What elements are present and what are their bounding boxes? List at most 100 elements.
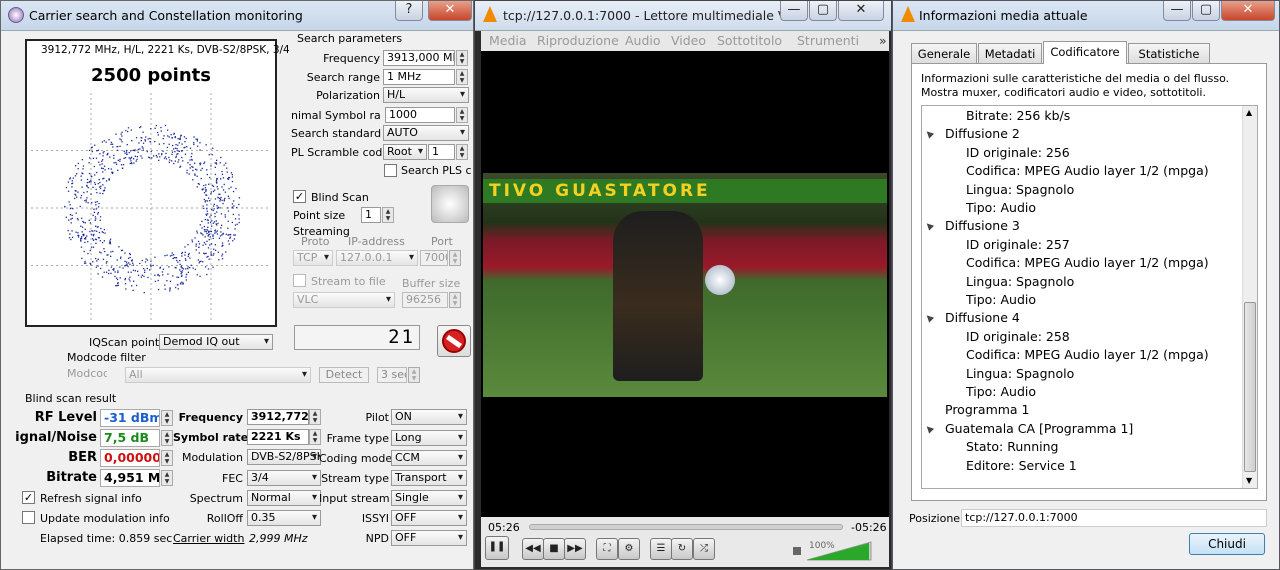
tree-item[interactable]: Guatemala CA [Programma 1] xyxy=(945,421,1133,436)
tab-metadati[interactable]: Metadati xyxy=(978,43,1042,64)
refresh-signal-checkbox[interactable]: ✓ xyxy=(22,491,35,504)
signal-noise-spinner[interactable]: ▲ ▼ xyxy=(161,430,173,446)
speaker-icon[interactable] xyxy=(793,547,801,555)
ip-select[interactable]: 127.0.0.1 xyxy=(336,250,418,266)
pl-scramble-select[interactable]: Root xyxy=(383,144,427,160)
volume-slider[interactable] xyxy=(807,541,873,561)
tab-statistiche[interactable]: Statistiche xyxy=(1128,43,1210,64)
menu-riproduzione[interactable]: Riproduzione xyxy=(537,33,619,48)
tree-item[interactable]: Codifica: MPEG Audio layer 1/2 (mpga) xyxy=(966,347,1209,362)
position-field[interactable]: tcp://127.0.0.1:7000 xyxy=(961,509,1267,527)
scroll-thumb[interactable] xyxy=(1244,302,1256,472)
update-modulation-checkbox[interactable] xyxy=(22,511,35,524)
coding-mode-select[interactable]: CCM xyxy=(391,450,467,466)
point-size-spinner[interactable]: ▲ ▼ xyxy=(382,207,394,223)
fullscreen-button[interactable]: ⛶ xyxy=(596,538,618,560)
polarization-select[interactable]: H/L xyxy=(383,87,469,103)
stream-type-select[interactable]: Transport xyxy=(391,470,467,486)
seek-bar[interactable] xyxy=(529,524,843,530)
vlc-maximize-button[interactable]: ▢ xyxy=(809,1,837,21)
info-minimize-button[interactable]: — xyxy=(1163,1,1191,21)
blind-scan-checkbox[interactable]: ✓ xyxy=(293,190,306,203)
scroll-down-arrow[interactable]: ▼ xyxy=(1246,476,1252,485)
rf-level-spinner[interactable]: ▲ ▼ xyxy=(161,410,173,426)
video-area[interactable]: TIVO GUASTATORE xyxy=(481,51,889,517)
pl-scramble-spinner[interactable]: ▲ ▼ xyxy=(456,144,468,160)
expand-arrow-icon[interactable]: ▲ xyxy=(923,423,935,435)
issyi-select[interactable]: OFF xyxy=(391,510,467,526)
ber-spinner[interactable]: ▲ ▼ xyxy=(161,450,173,466)
pilot-select[interactable]: ON xyxy=(391,409,467,425)
tree-item[interactable]: Tipo: Audio xyxy=(966,200,1036,215)
modcode-select[interactable]: All xyxy=(125,367,311,383)
tree-scrollbar[interactable]: ▲ ▼ xyxy=(1242,106,1257,488)
tree-item[interactable]: Diffusione 2 xyxy=(945,126,1020,141)
tree-item[interactable]: ID originale: 258 xyxy=(966,329,1070,344)
pl-scramble-input[interactable]: 1 xyxy=(428,144,455,160)
frequency-spinner[interactable]: ▲ ▼ xyxy=(456,50,468,66)
npd-select[interactable]: OFF xyxy=(391,530,467,546)
prev-button[interactable]: ◀◀ xyxy=(522,538,544,560)
min-symbol-rate-spinner[interactable]: ▲ ▼ xyxy=(456,107,468,123)
frequency-input[interactable]: 3913,000 MHz xyxy=(383,50,455,66)
tree-item[interactable]: Diffusione 4 xyxy=(945,310,1020,325)
chiudi-button[interactable]: Chiudi xyxy=(1189,533,1265,555)
tree-item[interactable]: Lingua: Spagnolo xyxy=(966,274,1074,289)
info-close-button[interactable]: ✕ xyxy=(1221,1,1275,21)
tree-item[interactable]: Bitrate: 256 kb/s xyxy=(966,108,1070,123)
shuffle-button[interactable]: ⤮ xyxy=(693,538,715,560)
tree-item[interactable]: Tipo: Audio xyxy=(966,292,1036,307)
buffer-size-spinner[interactable]: ▲ ▼ xyxy=(449,292,461,308)
stop-button[interactable] xyxy=(437,325,471,357)
search-standard-select[interactable]: AUTO xyxy=(383,125,469,141)
vlc-minimize-button[interactable]: — xyxy=(780,1,808,21)
iqscan-select[interactable]: Demod IQ out xyxy=(159,334,273,350)
next-button[interactable]: ▶▶ xyxy=(564,538,586,560)
tab-generale[interactable]: Generale xyxy=(911,43,977,64)
tree-item[interactable]: Editore: Service 1 xyxy=(966,458,1077,473)
menu-strumenti[interactable]: Strumenti xyxy=(797,33,859,48)
buffer-size-input[interactable]: 96256 xyxy=(402,292,448,308)
menu-sottotitolo[interactable]: Sottotitolo xyxy=(717,33,782,48)
tree-item[interactable]: Codifica: MPEG Audio layer 1/2 (mpga) xyxy=(966,255,1209,270)
vlc-close-button[interactable]: ✕ xyxy=(838,1,884,21)
info-maximize-button[interactable]: ▢ xyxy=(1192,1,1220,21)
search-range-spinner[interactable]: ▲ ▼ xyxy=(456,69,468,85)
fec-select[interactable]: 3/4 xyxy=(247,470,321,486)
min-symbol-rate-input[interactable]: 1000 xyxy=(385,107,455,123)
tree-item[interactable]: Diffusione 3 xyxy=(945,218,1020,233)
codec-tree[interactable]: Bitrate: 256 kb/s ▲ Diffusione 2 ID origina… xyxy=(921,105,1258,489)
expand-arrow-icon[interactable]: ▲ xyxy=(923,220,935,232)
tree-item[interactable]: ID originale: 257 xyxy=(966,237,1070,252)
help-button[interactable]: ? xyxy=(395,1,423,21)
port-input[interactable]: 7000 xyxy=(420,250,448,266)
menu-more[interactable]: » xyxy=(879,33,887,48)
pause-button[interactable]: ❚❚ xyxy=(485,536,509,560)
seconds-spinner[interactable]: ▲ ▼ xyxy=(408,367,420,383)
menu-video[interactable]: Video xyxy=(671,33,706,48)
stop-playback-button[interactable]: ■ xyxy=(543,538,565,560)
rolloff-select[interactable]: 0.35 xyxy=(247,510,321,526)
close-button[interactable]: ✕ xyxy=(428,1,472,21)
modulation-select[interactable]: DVB-S2/8PSK xyxy=(247,449,321,465)
bitrate-spinner[interactable]: ▲ ▼ xyxy=(161,470,173,486)
stream-target-select[interactable]: VLC xyxy=(293,292,395,308)
playlist-button[interactable]: ☰ xyxy=(650,538,672,560)
menu-media[interactable]: Media xyxy=(489,33,527,48)
point-size-input[interactable]: 1 xyxy=(361,207,381,223)
expand-arrow-icon[interactable]: ▲ xyxy=(923,128,935,140)
tree-item[interactable]: ID originale: 256 xyxy=(966,145,1070,160)
expand-arrow-icon[interactable]: ▲ xyxy=(923,312,935,324)
input-stream-select[interactable]: Single xyxy=(391,490,467,506)
tree-item[interactable]: Lingua: Spagnolo xyxy=(966,366,1074,381)
menu-audio[interactable]: Audio xyxy=(625,33,661,48)
extended-settings-button[interactable]: ⚙ xyxy=(618,538,640,560)
loop-button[interactable]: ↻ xyxy=(671,538,693,560)
tree-item[interactable]: Codifica: MPEG Audio layer 1/2 (mpga) xyxy=(966,163,1209,178)
spectrum-select[interactable]: Normal xyxy=(247,490,321,506)
search-pls-checkbox[interactable] xyxy=(384,164,397,177)
frame-type-select[interactable]: Long xyxy=(391,430,467,446)
scroll-up-arrow[interactable]: ▲ xyxy=(1246,108,1252,117)
proto-select[interactable]: TCP xyxy=(293,250,333,266)
detect-button[interactable]: Detect xyxy=(319,367,369,383)
